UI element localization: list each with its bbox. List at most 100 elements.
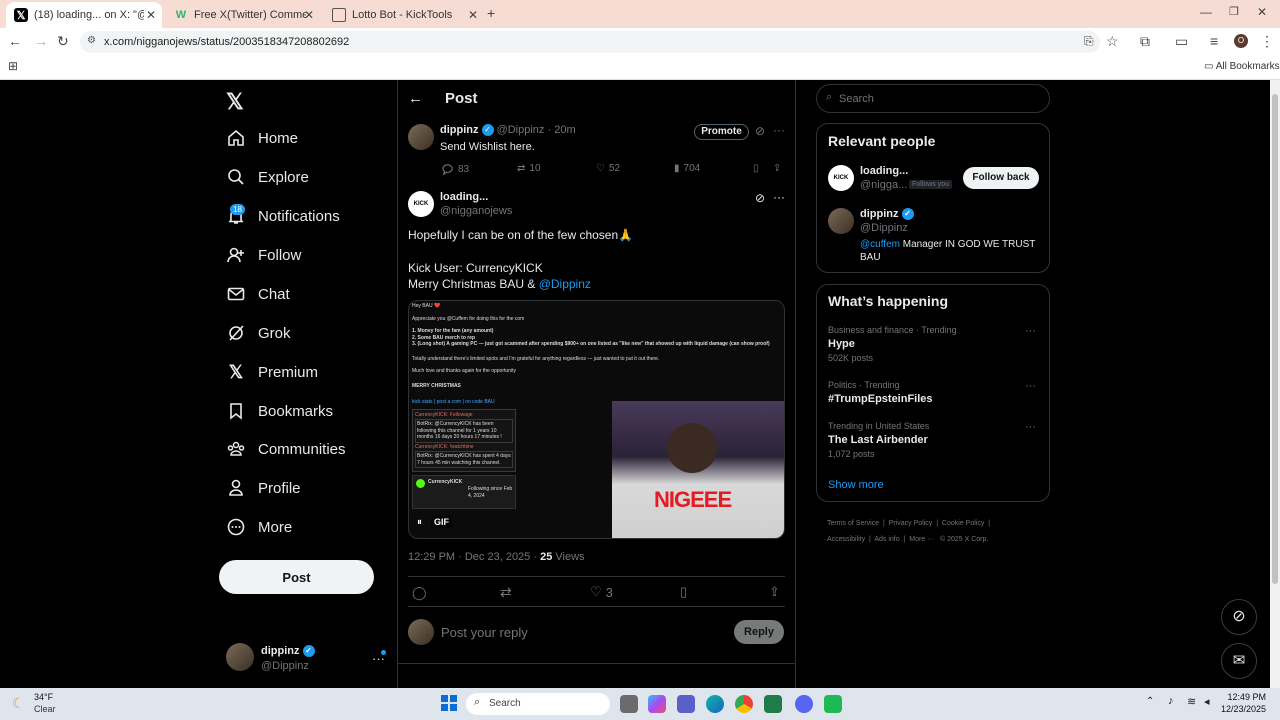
grok-icon[interactable]: ⊘	[755, 124, 765, 138]
nav-grok[interactable]: Grok	[226, 323, 291, 343]
moon-weather-icon[interactable]: ☾	[12, 695, 25, 712]
gif-image[interactable]: NIGEEE	[612, 401, 784, 538]
windows-start-icon[interactable]	[441, 695, 457, 711]
clock-time[interactable]: 12:49 PM	[1226, 692, 1266, 702]
x-logo-icon[interactable]: 𝕏	[226, 89, 244, 115]
nav-bookmarks[interactable]: Bookmarks	[226, 401, 333, 421]
tab-lotto-bot[interactable]: Lotto Bot - KickTools ✕	[324, 2, 484, 28]
person-name[interactable]: dippinz	[860, 208, 899, 220]
scrollbar-thumb[interactable]	[1272, 94, 1278, 584]
mention-link[interactable]: @Dippinz	[539, 277, 591, 291]
grok-float-icon[interactable]: ⊘	[1221, 599, 1257, 635]
nav-follow[interactable]: Follow	[226, 245, 301, 265]
like-action[interactable]: ♡ 3	[590, 584, 613, 600]
views-action[interactable]: ▮ 704	[674, 163, 700, 174]
more-horizontal-icon[interactable]: ···	[1025, 380, 1036, 392]
more-horizontal-icon[interactable]: ···	[1025, 325, 1036, 337]
nav-profile[interactable]: Profile	[226, 478, 301, 498]
footer-link[interactable]: Terms of Service	[827, 520, 879, 527]
notepad-icon[interactable]	[764, 695, 782, 713]
pause-icon[interactable]: ⏸	[417, 517, 422, 528]
nav-premium[interactable]: 𝕏 Premium	[226, 362, 318, 382]
close-tab-icon[interactable]: ✕	[146, 8, 156, 22]
new-tab-icon[interactable]: +	[487, 5, 495, 21]
close-tab-icon[interactable]: ✕	[468, 8, 478, 22]
reply-icon[interactable]: ◯	[412, 585, 427, 601]
close-window-icon[interactable]: ✕	[1257, 5, 1267, 19]
maximize-icon[interactable]: ❐	[1229, 5, 1239, 18]
nav-explore[interactable]: Explore	[226, 167, 309, 187]
bookmark-icon[interactable]: ▯	[753, 163, 759, 174]
apps-grid-icon[interactable]: ⊞	[8, 59, 18, 73]
like-action[interactable]: ♡ 52	[596, 163, 620, 174]
nav-communities[interactable]: Communities	[226, 439, 346, 459]
footer-link[interactable]: Cookie Policy	[942, 520, 984, 527]
scrollbar[interactable]	[1270, 80, 1280, 688]
close-tab-icon[interactable]: ✕	[304, 8, 314, 22]
copilot-icon[interactable]	[648, 695, 666, 713]
nav-chat[interactable]: Chat	[226, 284, 290, 304]
post-time[interactable]: · 20m	[547, 124, 575, 136]
nav-home[interactable]: Home	[226, 128, 298, 148]
avatar[interactable]	[828, 208, 854, 234]
post-button[interactable]: Post	[219, 560, 374, 594]
tweet-media[interactable]: Hey BAU ❤️ Appreciate you @Cuffem for do…	[408, 300, 785, 539]
author-handle[interactable]: @Dippinz	[497, 124, 545, 136]
author-handle[interactable]: @nigganojews	[440, 205, 512, 217]
chevron-up-icon[interactable]: ⌃	[1146, 696, 1154, 707]
person-name[interactable]: loading...	[860, 165, 908, 177]
footer-link[interactable]: More ···	[909, 536, 934, 543]
reply-input[interactable]	[441, 623, 721, 641]
wifi-icon[interactable]: ≋	[1187, 695, 1196, 708]
clock-date[interactable]: 12/23/2025	[1216, 704, 1266, 714]
repost-icon[interactable]: ⇄	[500, 584, 512, 601]
mention-link[interactable]: @cuffem	[860, 239, 900, 250]
account-switcher[interactable]: dippinz ✓ @Dippinz ···	[226, 643, 396, 675]
trend-title[interactable]: #TrumpEpsteinFiles	[828, 393, 933, 405]
footer-link[interactable]: Privacy Policy	[889, 520, 933, 527]
trend-title[interactable]: The Last Airbender	[828, 434, 928, 446]
volume-icon[interactable]: ◂	[1204, 695, 1210, 708]
url-field[interactable]: ⚙ x.com/nigganojews/status/2003518347208…	[80, 31, 1100, 53]
back-icon[interactable]: ←	[8, 33, 22, 49]
tweet-timestamp[interactable]: 12:29 PM · Dec 23, 2025 ·	[408, 551, 540, 563]
minimize-icon[interactable]: —	[1200, 5, 1212, 19]
trend-title[interactable]: Hype	[828, 338, 855, 350]
share-icon[interactable]: ⇪	[773, 163, 781, 174]
reply-button[interactable]: Reply	[734, 620, 784, 644]
avatar[interactable]: KICK	[828, 165, 854, 191]
forward-icon[interactable]: →	[34, 33, 48, 49]
grok-icon[interactable]: ⊘	[755, 191, 765, 205]
menu-kebab-icon[interactable]: ⋮	[1260, 33, 1274, 50]
more-horizontal-icon[interactable]: ···	[773, 190, 785, 204]
search-box[interactable]: ⌕ Search	[816, 84, 1050, 113]
install-app-icon[interactable]: ⎘	[1084, 34, 1094, 49]
profile-avatar[interactable]: O	[1234, 34, 1248, 48]
microphone-icon[interactable]: ♪	[1168, 695, 1174, 707]
promote-button[interactable]: Promote	[694, 124, 749, 140]
more-horizontal-icon[interactable]: ···	[1025, 421, 1036, 433]
bookmark-icon[interactable]: ▯	[680, 584, 687, 600]
follow-back-button[interactable]: Follow back	[963, 167, 1039, 189]
bookmark-star-icon[interactable]: ☆	[1106, 33, 1119, 50]
reload-icon[interactable]: ↻	[57, 33, 69, 50]
share-icon[interactable]: ⇪	[769, 584, 780, 600]
chrome-icon[interactable]	[735, 695, 753, 713]
avatar[interactable]	[408, 124, 434, 150]
avatar[interactable]: KICK	[408, 191, 434, 217]
author-name[interactable]: loading...	[440, 191, 488, 203]
reply-action[interactable]: 83	[441, 163, 469, 176]
all-bookmarks[interactable]: ▭ All Bookmarks	[1204, 61, 1280, 72]
site-info-icon[interactable]: ⚙	[87, 35, 96, 46]
footer-link[interactable]: Accessibility	[827, 536, 865, 543]
author-name[interactable]: dippinz	[440, 124, 479, 136]
more-horizontal-icon[interactable]: ···	[773, 123, 785, 137]
back-arrow-icon[interactable]: ←	[408, 90, 423, 107]
nav-more[interactable]: More	[226, 517, 292, 537]
extensions-icon[interactable]: ⧉	[1140, 33, 1150, 50]
repost-action[interactable]: ⇄ 10	[517, 163, 541, 174]
weather-temp[interactable]: 34°F	[34, 692, 53, 702]
tab-comment-picker[interactable]: W Free X(Twitter) Comment Picke ✕	[166, 2, 320, 28]
task-view-icon[interactable]	[620, 695, 638, 713]
teams-icon[interactable]	[677, 695, 695, 713]
